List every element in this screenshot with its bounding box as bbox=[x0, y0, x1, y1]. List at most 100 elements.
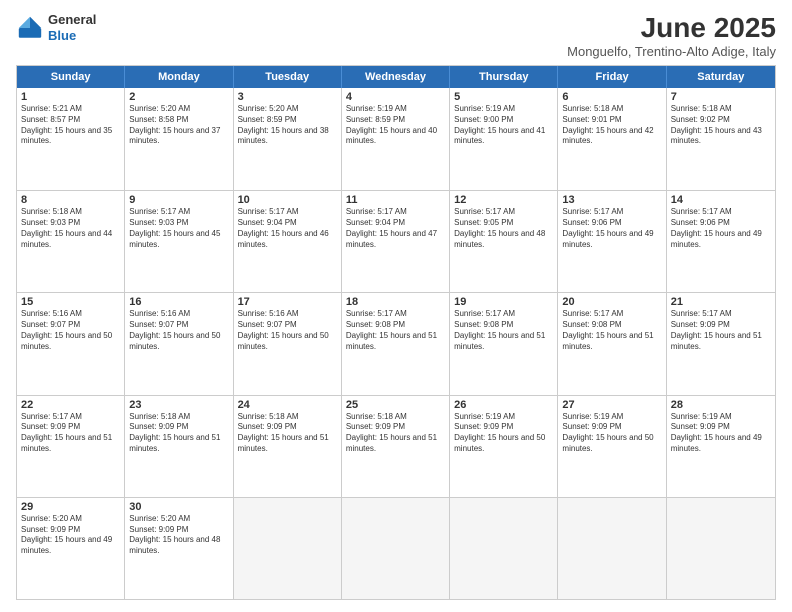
cell-info: Sunrise: 5:18 AMSunset: 9:03 PMDaylight:… bbox=[21, 207, 120, 250]
cell-date: 1 bbox=[21, 91, 120, 103]
cell-date: 16 bbox=[129, 296, 228, 308]
cell-info: Sunrise: 5:19 AMSunset: 9:09 PMDaylight:… bbox=[454, 412, 553, 455]
cell-info: Sunrise: 5:16 AMSunset: 9:07 PMDaylight:… bbox=[21, 309, 120, 352]
cell-info: Sunrise: 5:18 AMSunset: 9:02 PMDaylight:… bbox=[671, 104, 771, 147]
calendar-cell: 5Sunrise: 5:19 AMSunset: 9:00 PMDaylight… bbox=[450, 88, 558, 190]
calendar-row: 22Sunrise: 5:17 AMSunset: 9:09 PMDayligh… bbox=[17, 395, 775, 497]
day-tuesday: Tuesday bbox=[234, 66, 342, 88]
calendar-cell: 27Sunrise: 5:19 AMSunset: 9:09 PMDayligh… bbox=[558, 396, 666, 497]
calendar-cell: 20Sunrise: 5:17 AMSunset: 9:08 PMDayligh… bbox=[558, 293, 666, 394]
calendar-cell: 23Sunrise: 5:18 AMSunset: 9:09 PMDayligh… bbox=[125, 396, 233, 497]
calendar: Sunday Monday Tuesday Wednesday Thursday… bbox=[16, 65, 776, 600]
calendar-cell: 18Sunrise: 5:17 AMSunset: 9:08 PMDayligh… bbox=[342, 293, 450, 394]
logo-text: General Blue bbox=[48, 12, 96, 43]
day-monday: Monday bbox=[125, 66, 233, 88]
calendar-body: 1Sunrise: 5:21 AMSunset: 8:57 PMDaylight… bbox=[17, 88, 775, 599]
calendar-cell bbox=[234, 498, 342, 599]
calendar-cell: 15Sunrise: 5:16 AMSunset: 9:07 PMDayligh… bbox=[17, 293, 125, 394]
calendar-cell: 9Sunrise: 5:17 AMSunset: 9:03 PMDaylight… bbox=[125, 191, 233, 292]
calendar-cell bbox=[342, 498, 450, 599]
cell-date: 30 bbox=[129, 501, 228, 513]
calendar-cell: 10Sunrise: 5:17 AMSunset: 9:04 PMDayligh… bbox=[234, 191, 342, 292]
calendar-cell: 30Sunrise: 5:20 AMSunset: 9:09 PMDayligh… bbox=[125, 498, 233, 599]
day-saturday: Saturday bbox=[667, 66, 775, 88]
day-friday: Friday bbox=[558, 66, 666, 88]
cell-info: Sunrise: 5:16 AMSunset: 9:07 PMDaylight:… bbox=[129, 309, 228, 352]
logo-blue: Blue bbox=[48, 28, 96, 44]
calendar-cell: 7Sunrise: 5:18 AMSunset: 9:02 PMDaylight… bbox=[667, 88, 775, 190]
calendar-cell: 28Sunrise: 5:19 AMSunset: 9:09 PMDayligh… bbox=[667, 396, 775, 497]
cell-date: 24 bbox=[238, 399, 337, 411]
calendar-cell: 2Sunrise: 5:20 AMSunset: 8:58 PMDaylight… bbox=[125, 88, 233, 190]
cell-info: Sunrise: 5:20 AMSunset: 9:09 PMDaylight:… bbox=[129, 514, 228, 557]
cell-date: 27 bbox=[562, 399, 661, 411]
cell-date: 17 bbox=[238, 296, 337, 308]
cell-info: Sunrise: 5:21 AMSunset: 8:57 PMDaylight:… bbox=[21, 104, 120, 147]
cell-date: 10 bbox=[238, 194, 337, 206]
cell-info: Sunrise: 5:17 AMSunset: 9:06 PMDaylight:… bbox=[671, 207, 771, 250]
cell-date: 22 bbox=[21, 399, 120, 411]
cell-info: Sunrise: 5:18 AMSunset: 9:09 PMDaylight:… bbox=[238, 412, 337, 455]
calendar-row: 8Sunrise: 5:18 AMSunset: 9:03 PMDaylight… bbox=[17, 190, 775, 292]
calendar-cell: 8Sunrise: 5:18 AMSunset: 9:03 PMDaylight… bbox=[17, 191, 125, 292]
calendar-cell: 4Sunrise: 5:19 AMSunset: 8:59 PMDaylight… bbox=[342, 88, 450, 190]
cell-date: 23 bbox=[129, 399, 228, 411]
calendar-cell: 3Sunrise: 5:20 AMSunset: 8:59 PMDaylight… bbox=[234, 88, 342, 190]
cell-date: 19 bbox=[454, 296, 553, 308]
cell-info: Sunrise: 5:20 AMSunset: 9:09 PMDaylight:… bbox=[21, 514, 120, 557]
logo-icon bbox=[16, 14, 44, 42]
header: General Blue June 2025 Monguelfo, Trenti… bbox=[16, 12, 776, 59]
cell-info: Sunrise: 5:18 AMSunset: 9:09 PMDaylight:… bbox=[129, 412, 228, 455]
cell-date: 15 bbox=[21, 296, 120, 308]
cell-info: Sunrise: 5:20 AMSunset: 8:58 PMDaylight:… bbox=[129, 104, 228, 147]
title-block: June 2025 Monguelfo, Trentino-Alto Adige… bbox=[567, 12, 776, 59]
calendar-subtitle: Monguelfo, Trentino-Alto Adige, Italy bbox=[567, 44, 776, 59]
calendar-cell: 11Sunrise: 5:17 AMSunset: 9:04 PMDayligh… bbox=[342, 191, 450, 292]
calendar-title: June 2025 bbox=[567, 12, 776, 44]
calendar-cell: 21Sunrise: 5:17 AMSunset: 9:09 PMDayligh… bbox=[667, 293, 775, 394]
cell-date: 7 bbox=[671, 91, 771, 103]
cell-info: Sunrise: 5:17 AMSunset: 9:06 PMDaylight:… bbox=[562, 207, 661, 250]
cell-date: 18 bbox=[346, 296, 445, 308]
cell-info: Sunrise: 5:18 AMSunset: 9:09 PMDaylight:… bbox=[346, 412, 445, 455]
calendar-header: Sunday Monday Tuesday Wednesday Thursday… bbox=[17, 66, 775, 88]
cell-info: Sunrise: 5:17 AMSunset: 9:08 PMDaylight:… bbox=[454, 309, 553, 352]
day-thursday: Thursday bbox=[450, 66, 558, 88]
cell-info: Sunrise: 5:17 AMSunset: 9:04 PMDaylight:… bbox=[346, 207, 445, 250]
cell-info: Sunrise: 5:19 AMSunset: 9:09 PMDaylight:… bbox=[562, 412, 661, 455]
cell-info: Sunrise: 5:17 AMSunset: 9:08 PMDaylight:… bbox=[562, 309, 661, 352]
calendar-cell: 17Sunrise: 5:16 AMSunset: 9:07 PMDayligh… bbox=[234, 293, 342, 394]
cell-info: Sunrise: 5:17 AMSunset: 9:09 PMDaylight:… bbox=[671, 309, 771, 352]
calendar-row: 29Sunrise: 5:20 AMSunset: 9:09 PMDayligh… bbox=[17, 497, 775, 599]
calendar-cell: 24Sunrise: 5:18 AMSunset: 9:09 PMDayligh… bbox=[234, 396, 342, 497]
cell-date: 4 bbox=[346, 91, 445, 103]
calendar-cell bbox=[450, 498, 558, 599]
cell-date: 29 bbox=[21, 501, 120, 513]
cell-info: Sunrise: 5:17 AMSunset: 9:08 PMDaylight:… bbox=[346, 309, 445, 352]
calendar-row: 15Sunrise: 5:16 AMSunset: 9:07 PMDayligh… bbox=[17, 292, 775, 394]
cell-date: 9 bbox=[129, 194, 228, 206]
page: General Blue June 2025 Monguelfo, Trenti… bbox=[0, 0, 792, 612]
cell-date: 6 bbox=[562, 91, 661, 103]
day-wednesday: Wednesday bbox=[342, 66, 450, 88]
cell-date: 2 bbox=[129, 91, 228, 103]
cell-info: Sunrise: 5:18 AMSunset: 9:01 PMDaylight:… bbox=[562, 104, 661, 147]
cell-info: Sunrise: 5:16 AMSunset: 9:07 PMDaylight:… bbox=[238, 309, 337, 352]
cell-info: Sunrise: 5:20 AMSunset: 8:59 PMDaylight:… bbox=[238, 104, 337, 147]
cell-date: 26 bbox=[454, 399, 553, 411]
logo-general: General bbox=[48, 12, 96, 28]
cell-date: 21 bbox=[671, 296, 771, 308]
calendar-cell: 22Sunrise: 5:17 AMSunset: 9:09 PMDayligh… bbox=[17, 396, 125, 497]
cell-date: 8 bbox=[21, 194, 120, 206]
cell-date: 25 bbox=[346, 399, 445, 411]
cell-date: 11 bbox=[346, 194, 445, 206]
calendar-cell: 13Sunrise: 5:17 AMSunset: 9:06 PMDayligh… bbox=[558, 191, 666, 292]
cell-info: Sunrise: 5:17 AMSunset: 9:03 PMDaylight:… bbox=[129, 207, 228, 250]
cell-date: 28 bbox=[671, 399, 771, 411]
calendar-cell: 19Sunrise: 5:17 AMSunset: 9:08 PMDayligh… bbox=[450, 293, 558, 394]
calendar-cell bbox=[667, 498, 775, 599]
cell-date: 13 bbox=[562, 194, 661, 206]
calendar-cell: 1Sunrise: 5:21 AMSunset: 8:57 PMDaylight… bbox=[17, 88, 125, 190]
cell-info: Sunrise: 5:19 AMSunset: 9:00 PMDaylight:… bbox=[454, 104, 553, 147]
calendar-cell: 14Sunrise: 5:17 AMSunset: 9:06 PMDayligh… bbox=[667, 191, 775, 292]
